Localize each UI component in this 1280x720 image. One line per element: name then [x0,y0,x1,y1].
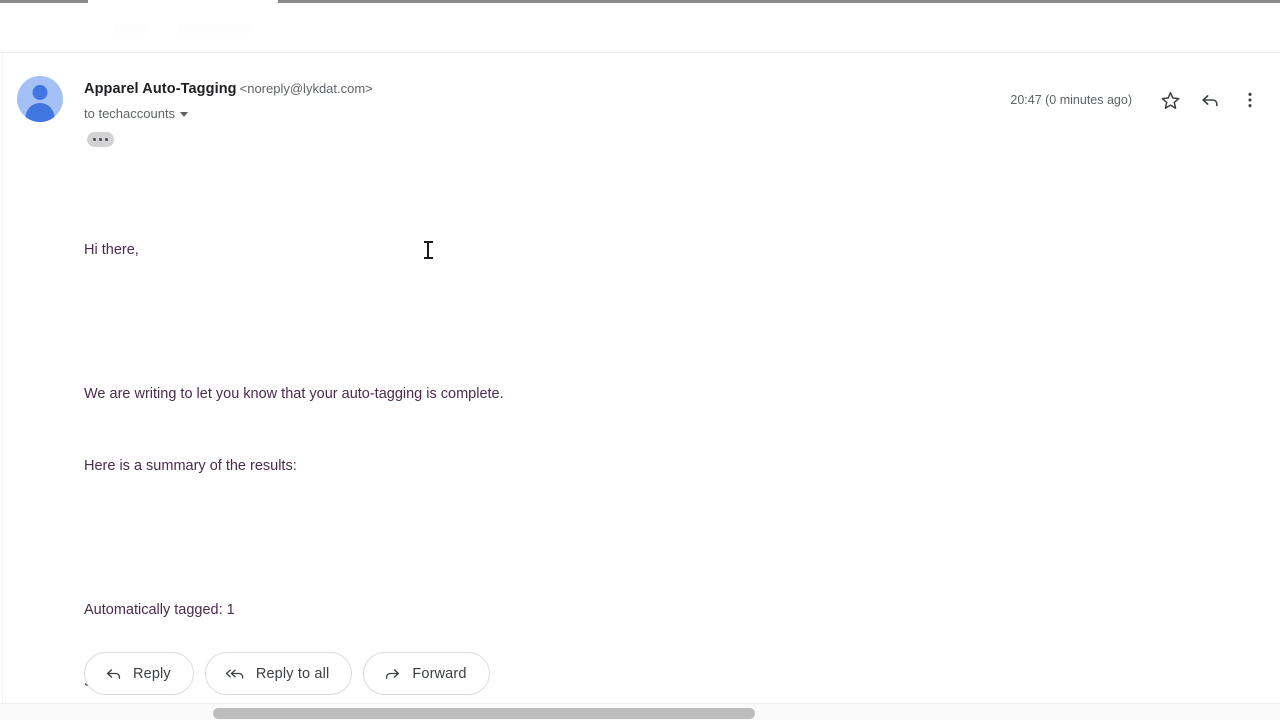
message-timestamp: 20:47 (0 minutes ago) [1010,93,1132,107]
avatar[interactable] [17,76,63,122]
recipient-line[interactable]: to techaccounts [84,106,189,121]
reply-icon [1202,95,1218,107]
reply-all-button-label: Reply to all [255,665,330,682]
sender-email[interactable]: <noreply@lykdat.com> [240,81,373,96]
show-details-button[interactable] [87,132,114,147]
reply-all-button[interactable]: Reply to all [204,652,353,695]
horizontal-scrollbar-thumb[interactable] [213,708,755,719]
recipient-label: to techaccounts [84,106,176,121]
horizontal-scrollbar[interactable] [0,703,1280,720]
intro-line-1: We are writing to let you know that your… [84,386,504,402]
reply-arrow-icon [106,669,121,679]
intro-line-2: Here is a summary of the results: [84,458,297,474]
reply-all-arrow-icon [225,669,244,679]
top-scrollbar-thumb-left[interactable] [0,0,88,3]
ghost-toolbar [100,20,260,38]
chevron-down-icon[interactable] [180,112,189,117]
ghost-toolbar-chip-right [178,24,250,34]
ellipsis-icon-dot-1 [93,137,97,142]
person-avatar-icon-body [25,103,55,122]
message-action-buttons: Reply Reply to all Forward [84,652,490,695]
email-message-view: Apparel Auto-Tagging <noreply@lykdat.com>… [0,0,1280,720]
ellipsis-icon-dot-3 [104,137,108,142]
more-options-button[interactable] [1230,80,1270,120]
forward-arrow-icon [386,669,400,679]
left-edge-rule [2,53,3,720]
ghost-toolbar-chip-left [114,25,148,34]
reply-button-bottom[interactable]: Reply [84,652,194,695]
person-avatar-icon-head [32,85,48,100]
header-divider [0,52,1280,53]
top-scrollbar[interactable] [0,0,1280,3]
sender-line: Apparel Auto-Tagging <noreply@lykdat.com> [84,80,373,98]
reply-button-label: Reply [133,665,171,682]
more-vertical-icon [1248,92,1252,108]
email-body: Hi there, We are writing to let you know… [84,190,1184,720]
forward-button[interactable]: Forward [363,652,490,695]
sender-name[interactable]: Apparel Auto-Tagging [84,81,237,97]
star-icon [1161,91,1179,109]
ellipsis-icon-dot-2 [98,137,103,142]
header-actions: 20:47 (0 minutes ago) [1010,80,1270,120]
summary-tagged: Automatically tagged: 1 [84,602,235,618]
top-scrollbar-thumb-right[interactable] [278,0,1280,3]
greeting-paragraph: Hi there, [84,190,1184,310]
forward-button-label: Forward [412,665,467,682]
intro-paragraph: We are writing to let you know that your… [84,334,1184,526]
message-header: Apparel Auto-Tagging <noreply@lykdat.com>… [0,70,1280,150]
reply-button[interactable] [1190,80,1230,120]
star-button[interactable] [1150,80,1190,120]
greeting-line: Hi there, [84,242,139,258]
